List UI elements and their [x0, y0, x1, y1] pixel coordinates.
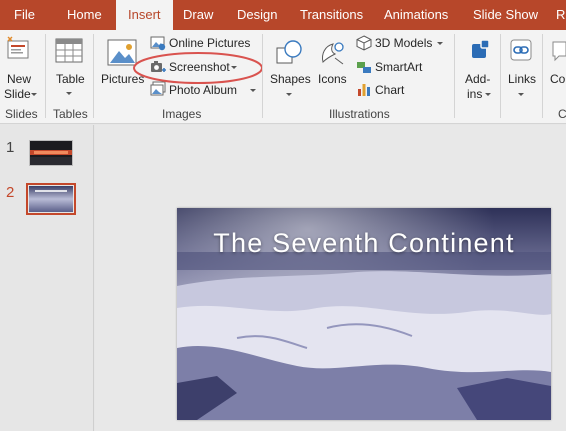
ribbon-tab-bar: File Home Insert Draw Design Transitions… — [0, 0, 566, 30]
slide-1-preview — [30, 141, 72, 165]
tab-draw[interactable]: Draw — [183, 0, 213, 30]
3d-models-label: 3D Models — [375, 36, 433, 50]
current-slide[interactable]: The Seventh Continent — [177, 208, 551, 420]
slide-2-preview — [29, 186, 73, 212]
new-slide-icon — [7, 36, 29, 59]
3d-models-dropdown-icon — [437, 42, 443, 45]
tab-slide-show[interactable]: Slide Show — [473, 0, 538, 30]
group-divider — [542, 34, 543, 118]
tab-home[interactable]: Home — [67, 0, 102, 30]
new-slide-dropdown-icon — [31, 93, 37, 96]
slides-group-label: Slides — [5, 107, 38, 121]
new-slide-label-1: New — [7, 72, 32, 86]
illustrations-group-label: Illustrations — [329, 107, 390, 121]
chart-label: Chart — [375, 83, 405, 97]
slide-title[interactable]: The Seventh Continent — [177, 228, 551, 259]
table-dropdown-icon — [66, 92, 72, 95]
slide-thumbnail-2[interactable] — [26, 183, 76, 215]
chart-icon — [358, 84, 370, 96]
table-label: Table — [56, 72, 85, 86]
links-label: Links — [508, 72, 537, 86]
smartart-icon — [357, 62, 371, 73]
group-divider — [262, 34, 263, 118]
group-divider — [45, 34, 46, 118]
slide-editing-canvas[interactable]: The Seventh Continent — [95, 125, 566, 431]
group-divider — [454, 34, 455, 118]
link-icon — [510, 39, 532, 61]
links-dropdown-icon — [518, 93, 524, 96]
comment-label: Co — [550, 72, 566, 86]
online-pictures-label: Online Pictures — [169, 36, 251, 50]
shapes-icon — [276, 40, 302, 64]
slide-number: 2 — [6, 184, 15, 201]
tab-insert[interactable]: Insert — [116, 0, 173, 30]
group-divider — [500, 34, 501, 118]
tab-review[interactable]: R — [556, 0, 565, 30]
comment-icon — [552, 41, 566, 62]
smartart-label: SmartArt — [375, 60, 423, 74]
insert-ribbon: New Slide Slides Table Tables Pictures O… — [0, 30, 566, 124]
add-ins-dropdown-icon — [485, 93, 491, 96]
tables-group-label: Tables — [53, 107, 88, 121]
slide-number: 1 — [6, 139, 15, 156]
shapes-dropdown-icon — [286, 93, 292, 96]
icons-icon — [322, 42, 344, 65]
shapes-label: Shapes — [270, 72, 311, 86]
highlight-ellipse — [133, 52, 263, 84]
slide-thumbnail-1[interactable] — [29, 140, 73, 166]
add-ins-label-1: Add- — [465, 72, 491, 86]
group-divider — [93, 34, 94, 118]
3d-cube-icon — [356, 35, 372, 51]
tab-transitions[interactable]: Transitions — [300, 0, 363, 30]
table-icon — [55, 38, 83, 63]
tab-animations[interactable]: Animations — [384, 0, 448, 30]
add-ins-label-2: ins — [467, 87, 483, 101]
add-ins-icon — [472, 39, 490, 58]
online-pictures-icon — [150, 36, 166, 51]
tab-design[interactable]: Design — [237, 0, 277, 30]
icons-label: Icons — [318, 72, 347, 86]
new-slide-label-2: Slide — [4, 87, 31, 101]
comments-group-label: C — [558, 107, 566, 121]
photo-album-dropdown-icon — [250, 89, 256, 92]
slide-thumbnail-pane: 1 2 — [0, 125, 94, 431]
images-group-label: Images — [162, 107, 202, 121]
tab-file[interactable]: File — [14, 0, 35, 30]
